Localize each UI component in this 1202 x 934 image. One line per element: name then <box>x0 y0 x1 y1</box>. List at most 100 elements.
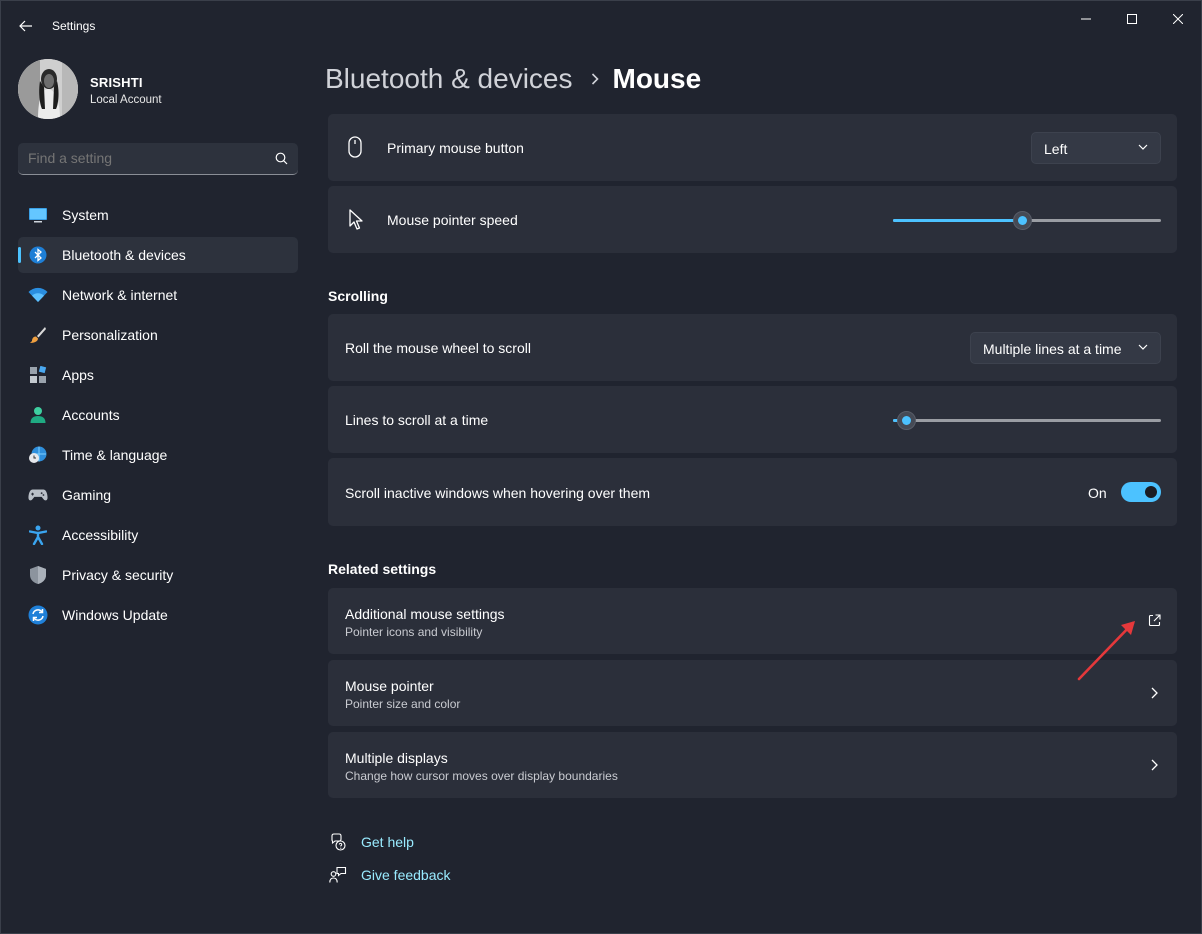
scrolling-section-title: Scrolling <box>328 288 388 304</box>
breadcrumb-parent[interactable]: Bluetooth & devices <box>325 63 573 95</box>
close-button[interactable] <box>1155 5 1201 33</box>
search-icon[interactable] <box>275 152 288 165</box>
dropdown-value: Left <box>1044 141 1068 157</box>
user-name: SRISHTI <box>90 75 143 90</box>
sidebar-item-gaming[interactable]: Gaming <box>18 477 298 513</box>
dropdown-value: Multiple lines at a time <box>983 341 1122 357</box>
sidebar-item-label: Accounts <box>62 407 120 423</box>
sidebar-item-label: System <box>62 207 109 223</box>
sidebar-item-privacy-security[interactable]: Privacy & security <box>18 557 298 593</box>
slider-track <box>893 419 1161 422</box>
chevron-right-icon <box>591 73 599 85</box>
annotation-arrow <box>1077 621 1135 681</box>
avatar[interactable] <box>18 59 78 119</box>
sidebar-item-label: Accessibility <box>62 527 139 543</box>
slider-fill <box>893 219 1022 222</box>
maximize-icon <box>1127 14 1137 24</box>
scroll-lines-card: Lines to scroll at a time <box>328 386 1177 453</box>
primary-button-dropdown[interactable]: Left <box>1031 132 1161 164</box>
sidebar-item-label: Time & language <box>62 447 168 463</box>
sidebar-item-accounts[interactable]: Accounts <box>18 397 298 433</box>
pointer-icon <box>349 209 363 230</box>
wheel-scroll-dropdown[interactable]: Multiple lines at a time <box>970 332 1161 364</box>
slider-thumb[interactable] <box>897 411 917 430</box>
sidebar-item-bluetooth-devices[interactable]: Bluetooth & devices <box>18 237 298 273</box>
give-feedback-label: Give feedback <box>361 867 451 883</box>
monitor-icon <box>28 206 48 224</box>
chevron-right-icon <box>1151 759 1158 771</box>
inactive-scroll-toggle[interactable] <box>1121 482 1161 502</box>
feedback-icon <box>328 865 348 885</box>
person-icon <box>28 406 48 424</box>
related-item-subtitle: Change how cursor moves over display bou… <box>345 769 618 783</box>
sidebar-item-system[interactable]: System <box>18 197 298 233</box>
back-button[interactable] <box>13 13 39 39</box>
related-item-subtitle: Pointer size and color <box>345 697 461 711</box>
sidebar-item-label: Network & internet <box>62 287 178 303</box>
gamepad-icon <box>28 486 48 504</box>
sidebar-item-label: Apps <box>62 367 94 383</box>
minimize-button[interactable] <box>1063 5 1109 33</box>
get-help-label: Get help <box>361 834 414 850</box>
toggle-state-label: On <box>1088 485 1107 501</box>
help-icon <box>328 832 348 852</box>
external-link-icon[interactable] <box>1148 614 1161 627</box>
sidebar-item-network[interactable]: Network & internet <box>18 277 298 313</box>
page-title: Mouse <box>612 63 702 94</box>
mouse-pointer-card[interactable]: Mouse pointer Pointer size and color <box>328 660 1177 726</box>
minimize-icon <box>1081 18 1091 20</box>
sidebar-item-label: Gaming <box>62 487 112 503</box>
get-help-link[interactable]: Get help <box>328 830 414 854</box>
globe-clock-icon <box>28 446 48 464</box>
related-item-title: Mouse pointer <box>345 678 434 694</box>
app-title: Settings <box>52 19 96 33</box>
wheel-scroll-card: Roll the mouse wheel to scroll Multiple … <box>328 314 1177 381</box>
sidebar-item-label: Bluetooth & devices <box>62 247 186 263</box>
sidebar-item-label: Privacy & security <box>62 567 174 583</box>
give-feedback-link[interactable]: Give feedback <box>328 863 451 887</box>
pointer-speed-card: Mouse pointer speed <box>328 186 1177 253</box>
sidebar-item-label: Windows Update <box>62 607 168 623</box>
pointer-speed-label: Mouse pointer speed <box>387 212 518 228</box>
primary-button-card: Primary mouse button Left <box>328 114 1177 181</box>
scroll-lines-label: Lines to scroll at a time <box>345 412 489 428</box>
user-photo <box>18 59 78 119</box>
sidebar-nav: System Bluetooth & devices Network & int… <box>18 197 298 637</box>
related-item-title: Multiple displays <box>345 750 448 766</box>
scroll-lines-slider[interactable] <box>893 410 1161 430</box>
brush-icon <box>28 326 48 344</box>
search-input[interactable] <box>28 150 258 166</box>
sidebar-item-personalization[interactable]: Personalization <box>18 317 298 353</box>
slider-thumb[interactable] <box>1012 211 1032 230</box>
inactive-scroll-card: Scroll inactive windows when hovering ov… <box>328 458 1177 526</box>
close-icon <box>1173 14 1183 24</box>
sidebar-item-time-language[interactable]: Time & language <box>18 437 298 473</box>
toggle-knob <box>1145 486 1157 498</box>
account-type: Local Account <box>90 94 162 106</box>
chevron-down-icon <box>1138 144 1148 150</box>
breadcrumb: Bluetooth & devices Mouse <box>325 59 701 99</box>
related-item-title: Additional mouse settings <box>345 606 505 622</box>
title-bar: Settings <box>1 1 1201 51</box>
related-section-title: Related settings <box>328 561 437 577</box>
search-box[interactable] <box>18 143 298 175</box>
wifi-icon <box>28 286 48 304</box>
bluetooth-icon <box>28 246 48 264</box>
chevron-down-icon <box>1138 344 1148 350</box>
sidebar-item-apps[interactable]: Apps <box>18 357 298 393</box>
sidebar-item-label: Personalization <box>62 327 158 343</box>
settings-window: Settings SRISHTI Local Account Find a se… <box>0 0 1202 934</box>
additional-mouse-settings-card[interactable]: Additional mouse settings Pointer icons … <box>328 588 1177 654</box>
inactive-scroll-label: Scroll inactive windows when hovering ov… <box>345 485 651 501</box>
primary-button-label: Primary mouse button <box>387 140 524 156</box>
wheel-scroll-label: Roll the mouse wheel to scroll <box>345 340 531 356</box>
update-icon <box>28 605 48 625</box>
related-item-subtitle: Pointer icons and visibility <box>345 625 483 639</box>
maximize-button[interactable] <box>1109 5 1155 33</box>
back-arrow-icon <box>19 20 32 32</box>
sidebar-item-accessibility[interactable]: Accessibility <box>18 517 298 553</box>
sidebar-item-windows-update[interactable]: Windows Update <box>18 597 298 633</box>
multiple-displays-card[interactable]: Multiple displays Change how cursor move… <box>328 732 1177 798</box>
pointer-speed-slider[interactable] <box>893 210 1161 230</box>
mouse-icon <box>348 136 362 158</box>
